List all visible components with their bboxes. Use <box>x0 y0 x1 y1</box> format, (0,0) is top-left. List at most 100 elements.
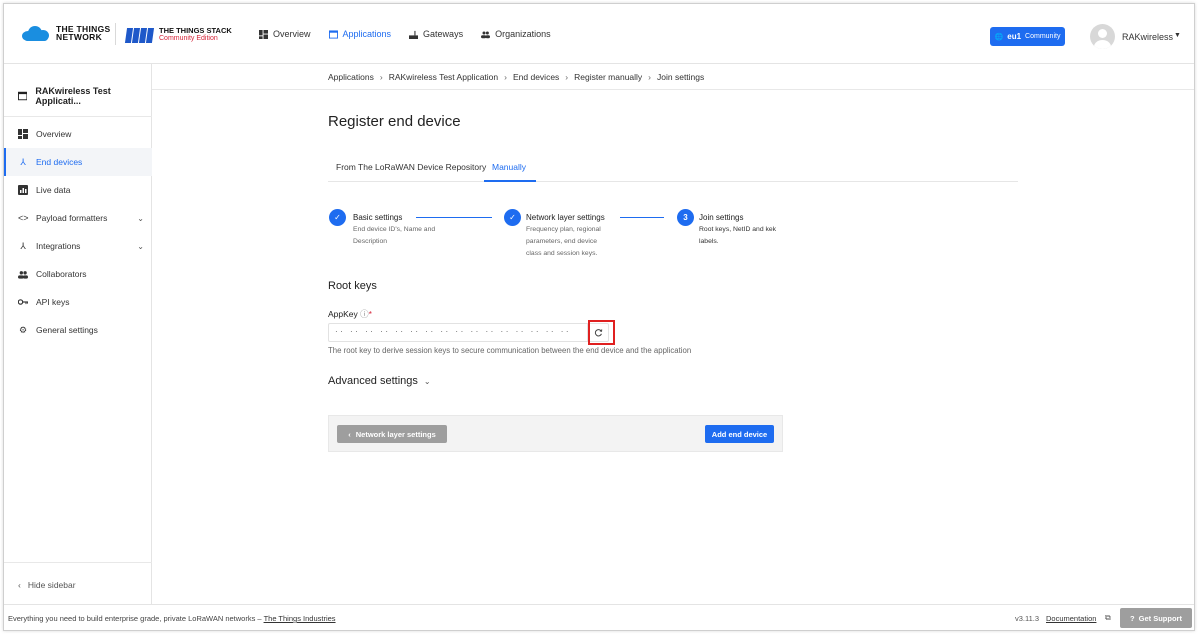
footer-tagline: Everything you need to build enterprise … <box>8 614 336 623</box>
page-footer: Everything you need to build enterprise … <box>4 604 1194 630</box>
sidebar-item-label: Payload formatters <box>36 213 108 223</box>
step-2-title: Network layer settings <box>526 213 605 222</box>
version-label: v3.11.3 <box>1015 614 1040 623</box>
appkey-description: The root key to derive session keys to s… <box>328 346 692 355</box>
integration-icon: ⅄ <box>20 240 26 251</box>
ttn-logo-text: THE THINGS NETWORK <box>56 24 111 42</box>
nav-applications-label: Applications <box>342 29 392 39</box>
cluster-selector-button[interactable]: 🌐 eu1 Community <box>990 27 1065 46</box>
form-actions: ‹ Network layer settings Add end device <box>328 415 783 452</box>
cluster-label: Community <box>1025 33 1061 40</box>
nav-gateways-label: Gateways <box>423 29 464 39</box>
back-button-label: Network layer settings <box>355 429 436 439</box>
hide-sidebar-button[interactable]: ‹ Hide sidebar <box>18 580 76 590</box>
sidebar-item-label: End devices <box>36 157 83 167</box>
advanced-settings-toggle[interactable]: Advanced settings ⌄ <box>328 375 431 387</box>
breadcrumb-item[interactable]: RAKwireless Test Application <box>389 72 498 82</box>
chevron-down-icon[interactable]: ⌄ <box>137 242 144 251</box>
dashboard-icon <box>259 29 268 39</box>
breadcrumb-item[interactable]: Applications <box>328 72 374 82</box>
nav-overview-label: Overview <box>273 29 311 39</box>
top-header: THE THINGS NETWORK THE THINGS STACK Comm… <box>4 4 1194 64</box>
people-icon <box>481 31 491 38</box>
step-3-title: Join settings <box>699 213 744 222</box>
tts-mark-icon <box>124 27 155 43</box>
step-2-description: Frequency plan, regional parameters, end… <box>526 226 601 257</box>
dashboard-icon <box>18 129 28 139</box>
breadcrumb: Applications › RAKwireless Test Applicat… <box>328 72 704 82</box>
sidebar-item-general-settings[interactable]: ⚙ General settings <box>4 316 152 344</box>
step-1-description: End device ID's, Name and Description <box>353 226 436 245</box>
sidebar-item-payload-formatters[interactable]: <> Payload formatters ⌄ <box>4 204 152 232</box>
highlight-annotation <box>588 320 615 345</box>
nav-organizations-label: Organizations <box>495 29 551 39</box>
registration-stepper: ✓ Basic settings End device ID's, Name a… <box>328 205 798 265</box>
nav-overview[interactable]: Overview <box>259 29 311 39</box>
external-link-icon: ⧉ <box>1105 613 1111 622</box>
breadcrumb-item[interactable]: Register manually <box>574 72 642 82</box>
sidebar-app-title-label: RAKwireless Test Applicati... <box>35 86 111 106</box>
tab-device-repository[interactable]: From The LoRaWAN Device Repository <box>336 162 486 172</box>
code-icon: <> <box>18 213 29 223</box>
sidebar: RAKwireless Test Applicati... Overview ⅄… <box>4 64 152 604</box>
chevron-down-icon: ⌄ <box>423 376 431 386</box>
sidebar-item-label: Collaborators <box>36 269 87 279</box>
advanced-settings-label: Advanced settings <box>328 375 418 387</box>
tab-manually[interactable]: Manually <box>492 162 526 172</box>
sidebar-item-label: General settings <box>36 325 98 335</box>
check-icon: ✓ <box>504 209 521 226</box>
avatar[interactable] <box>1090 24 1115 49</box>
people-icon <box>18 270 28 279</box>
page-title: Register end device <box>328 113 461 130</box>
step-connector <box>620 217 664 218</box>
breadcrumb-bar: Applications › RAKwireless Test Applicat… <box>152 64 1194 90</box>
appkey-value: ·· ·· ·· ·· ·· ·· ·· ·· ·· ·· ·· ·· ·· ·… <box>335 327 572 336</box>
company-link[interactable]: The Things Industries <box>264 614 336 623</box>
sidebar-item-overview[interactable]: Overview <box>4 120 152 148</box>
get-support-button[interactable]: ? Get Support <box>1120 608 1192 628</box>
hide-sidebar-label: Hide sidebar <box>27 580 76 590</box>
gateway-icon <box>409 30 419 39</box>
nav-applications[interactable]: Applications <box>328 29 392 39</box>
gear-icon: ⚙ <box>18 324 28 335</box>
globe-icon: 🌐 <box>994 33 1004 41</box>
caret-down-icon[interactable]: ▼ <box>1174 32 1181 39</box>
ttn-logo[interactable]: THE THINGS NETWORK <box>20 25 110 41</box>
tts-logo-text: THE THINGS STACK Community Edition <box>159 26 232 43</box>
sidebar-item-label: Overview <box>36 129 72 139</box>
sidebar-item-label: API keys <box>36 297 70 307</box>
nav-organizations[interactable]: Organizations <box>481 29 551 39</box>
required-marker: * <box>368 309 372 319</box>
breadcrumb-item[interactable]: End devices <box>513 72 559 82</box>
documentation-link[interactable]: Documentation <box>1046 614 1096 623</box>
check-icon: ✓ <box>329 209 346 226</box>
sidebar-item-api-keys[interactable]: API keys <box>4 288 152 316</box>
step-1-title: Basic settings <box>353 213 403 222</box>
sidebar-item-end-devices[interactable]: ⅄ End devices <box>4 148 152 176</box>
sidebar-app-title[interactable]: RAKwireless Test Applicati... <box>18 86 151 106</box>
help-icon[interactable]: ⓘ <box>360 309 369 319</box>
back-button[interactable]: ‹ Network layer settings <box>337 425 447 443</box>
chevron-left-icon: ‹ <box>348 429 351 439</box>
key-icon <box>18 299 28 305</box>
get-support-label: Get Support <box>1138 613 1182 623</box>
divider <box>4 116 152 117</box>
user-name[interactable]: RAKwireless <box>1122 32 1173 42</box>
chevron-right-icon: › <box>565 72 569 82</box>
sidebar-item-integrations[interactable]: ⅄ Integrations ⌄ <box>4 232 152 260</box>
device-icon: ⅄ <box>20 156 26 167</box>
active-tab-indicator <box>484 180 536 182</box>
sidebar-item-live-data[interactable]: Live data <box>4 176 152 204</box>
appkey-input[interactable]: ·· ·· ·· ·· ·· ·· ·· ·· ·· ·· ·· ·· ·· ·… <box>328 323 609 342</box>
chevron-down-icon[interactable]: ⌄ <box>137 214 144 223</box>
sidebar-item-collaborators[interactable]: Collaborators <box>4 260 152 288</box>
registration-tabs: From The LoRaWAN Device Repository Manua… <box>328 156 1018 182</box>
chevron-right-icon: › <box>379 72 383 82</box>
breadcrumb-item-current: Join settings <box>657 72 705 82</box>
application-icon <box>18 91 28 101</box>
nav-gateways[interactable]: Gateways <box>409 29 463 39</box>
tts-logo[interactable]: THE THINGS STACK Community Edition <box>124 26 232 43</box>
help-circle-icon: ? <box>1130 613 1135 623</box>
add-end-device-button[interactable]: Add end device <box>705 425 774 443</box>
app-window: THE THINGS NETWORK THE THINGS STACK Comm… <box>3 3 1195 631</box>
